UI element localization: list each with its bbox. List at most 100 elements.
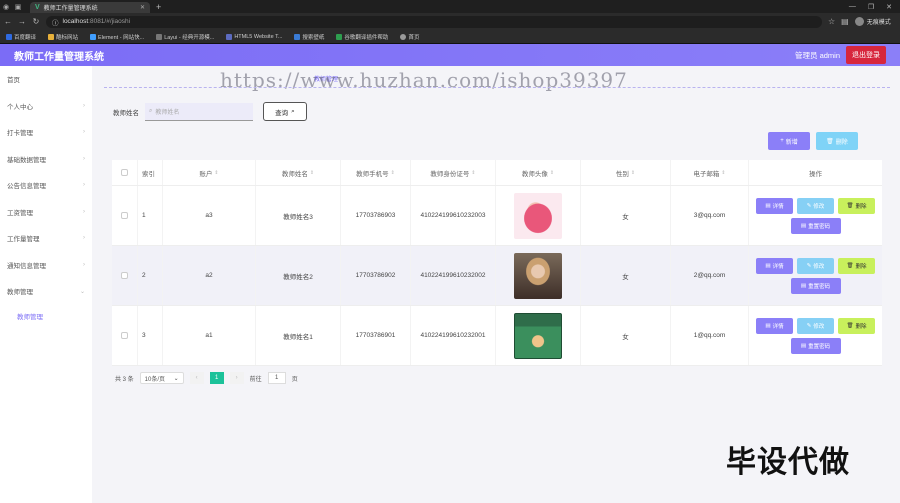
row-checkbox[interactable] — [121, 212, 128, 219]
column-header[interactable]: 教师头像 ⇕ — [496, 160, 581, 185]
reset-password-button[interactable]: ▤ 重置密码 — [790, 337, 841, 354]
bookmark-item[interactable]: 谷歌翻译插件帮助 — [336, 33, 388, 41]
search-placeholder: 教师姓名 — [155, 109, 180, 116]
row-gender: 女 — [581, 246, 671, 305]
row-checkbox[interactable] — [121, 332, 128, 339]
sidebar-item-salary[interactable]: 工资管理 › — [0, 199, 92, 226]
bookmark-item[interactable]: 酷标网站 — [48, 33, 78, 41]
bookmark-item[interactable]: 百度翻译 — [6, 33, 36, 41]
browser-tabbar: ◉ ▣ V 教师工作量管理系统 ✕ + — ❐ ✕ — [0, 0, 900, 13]
query-button[interactable]: 查询 ⌕ — [263, 102, 307, 121]
url-field[interactable]: ⓘ localhost:8081/#/jiaoshi — [46, 15, 822, 28]
window-controls: — ❐ ✕ — [849, 3, 900, 11]
delete-button[interactable]: 🗑 删除 — [838, 257, 875, 274]
sidebar-subitem-teacher-management[interactable]: 教师管理 — [0, 305, 92, 327]
prev-page-button[interactable]: ‹ — [189, 372, 204, 384]
chevron-right-icon: › — [235, 375, 238, 381]
row-idcard: 410224199610232003 — [411, 186, 496, 245]
batch-delete-button[interactable]: 🗑 删除 — [816, 132, 858, 150]
forward-icon[interactable]: → — [18, 17, 26, 26]
sidebar-item-announcements[interactable]: 公告信息管理 › — [0, 172, 92, 199]
sidebar-item-workload[interactable]: 工作量管理 › — [0, 225, 92, 252]
layui-icon — [156, 33, 163, 40]
delete-button[interactable]: 🗑 删除 — [838, 197, 875, 214]
reset-password-button[interactable]: ▤ 重置密码 — [790, 277, 841, 294]
close-window-icon[interactable]: ✕ — [886, 3, 892, 11]
profile-button[interactable]: 无痕模式 — [854, 17, 891, 26]
column-header[interactable]: 账户 ⇕ — [163, 160, 256, 185]
maximize-icon[interactable]: ❐ — [868, 3, 874, 11]
admin-label: 管理员 admin — [794, 50, 840, 60]
edit-button[interactable]: ✎ 修改 — [797, 197, 834, 214]
edit-button[interactable]: ✎ 修改 — [797, 257, 834, 274]
page-size-select[interactable]: 10条/页 ⌄ — [139, 372, 184, 384]
detail-button[interactable]: ▤ 详情 — [756, 197, 793, 214]
reload-icon[interactable]: ↻ — [32, 17, 40, 26]
row-account: a2 — [163, 246, 256, 305]
wallpaper-icon — [294, 33, 301, 40]
row-gender: 女 — [581, 306, 671, 365]
sidebar-item-home[interactable]: 首页 — [0, 66, 92, 93]
profile-label: 无痕模式 — [866, 20, 891, 26]
column-header[interactable]: 教师手机号 ⇕ — [341, 160, 411, 185]
trash-icon: 🗑 — [846, 202, 854, 209]
teacher-avatar[interactable] — [514, 312, 562, 359]
column-header: 索引 — [138, 160, 163, 185]
detail-button[interactable]: ▤ 详情 — [756, 257, 793, 274]
sidebar-item-notices[interactable]: 通知信息管理 › — [0, 252, 92, 279]
close-tab-icon[interactable]: ✕ — [140, 4, 145, 11]
teacher-name-input[interactable]: ⌕ 教师姓名 — [145, 102, 253, 121]
sidebar-item-profile[interactable]: 个人中心 › — [0, 93, 92, 120]
folder-icon — [48, 33, 55, 40]
browser-menu-icon[interactable]: ◉ — [0, 0, 12, 13]
next-page-button[interactable]: › — [229, 372, 244, 384]
teacher-avatar[interactable] — [514, 192, 562, 239]
edit-icon: ✎ — [806, 322, 812, 329]
browser-tab[interactable]: V 教师工作量管理系统 ✕ — [30, 2, 150, 13]
row-account: a3 — [163, 186, 256, 245]
row-email: 2@qq.com — [671, 246, 749, 305]
sidebar-item-attendance[interactable]: 打卡管理 › — [0, 119, 92, 146]
tab-list-icon[interactable]: ▣ — [12, 0, 24, 13]
edit-button[interactable]: ✎ 修改 — [797, 317, 834, 334]
bookmark-item[interactable]: Element - 网站快... — [90, 33, 144, 41]
new-tab-icon[interactable]: + — [156, 2, 161, 12]
table-header: 索引 账户 ⇕ 教师姓名 ⇕ 教师手机号 ⇕ 教师身份证号 ⇕ 教师头像 ⇕ 性别 ⇕ 电子… — [112, 160, 882, 186]
delete-button[interactable]: 🗑 删除 — [838, 317, 875, 334]
column-header[interactable]: 教师身份证号 ⇕ — [411, 160, 496, 185]
column-header[interactable]: 性别 ⇕ — [581, 160, 671, 185]
add-button[interactable]: + 新增 — [768, 132, 810, 150]
divider — [104, 87, 890, 88]
reset-password-button[interactable]: ▤ 重置密码 — [790, 217, 841, 234]
sidebar-item-base-data[interactable]: 基础数据管理 › — [0, 146, 92, 173]
row-email: 3@qq.com — [671, 186, 749, 245]
bookmark-star-icon[interactable]: ☆ — [828, 17, 835, 26]
watermark: https://www.huzhan.com/ishop39397 — [220, 68, 628, 92]
detail-button[interactable]: ▤ 详情 — [756, 317, 793, 334]
row-checkbox[interactable] — [121, 272, 128, 279]
sort-icon: ⇕ — [471, 169, 476, 176]
sort-icon: ⇕ — [549, 169, 555, 176]
bookmark-item[interactable]: HTML5 Website T... — [226, 33, 282, 40]
page-suffix: 页 — [291, 376, 298, 383]
plus-icon: + — [780, 138, 784, 144]
page-number[interactable]: 1 — [209, 372, 224, 384]
logout-button[interactable]: 退出登录 — [846, 46, 886, 64]
column-header[interactable]: 电子邮箱 ⇕ — [671, 160, 749, 185]
bookmark-item[interactable]: Layui - 经典开源模... — [156, 33, 214, 41]
goto-page-input[interactable]: 1 — [267, 372, 286, 384]
chevron-down-icon: ⌄ — [173, 375, 179, 382]
trash-icon: 🗑 — [826, 138, 834, 145]
minimize-icon[interactable]: — — [849, 3, 856, 11]
chevron-right-icon: › — [83, 235, 85, 242]
column-header[interactable]: 教师姓名 ⇕ — [256, 160, 341, 185]
sidebar-item-teachers[interactable]: 教师管理 ⌄ — [0, 278, 92, 305]
teacher-avatar[interactable] — [514, 252, 562, 299]
select-all-checkbox[interactable] — [121, 169, 128, 176]
back-icon[interactable]: ← — [4, 17, 12, 26]
url-host: localhost — [62, 18, 89, 25]
bookmark-item[interactable]: 首页 — [400, 33, 419, 41]
bookmark-item[interactable]: 搜索壁纸 — [294, 33, 324, 41]
element-icon — [90, 33, 97, 40]
extensions-icon[interactable]: ▤ — [841, 17, 849, 26]
